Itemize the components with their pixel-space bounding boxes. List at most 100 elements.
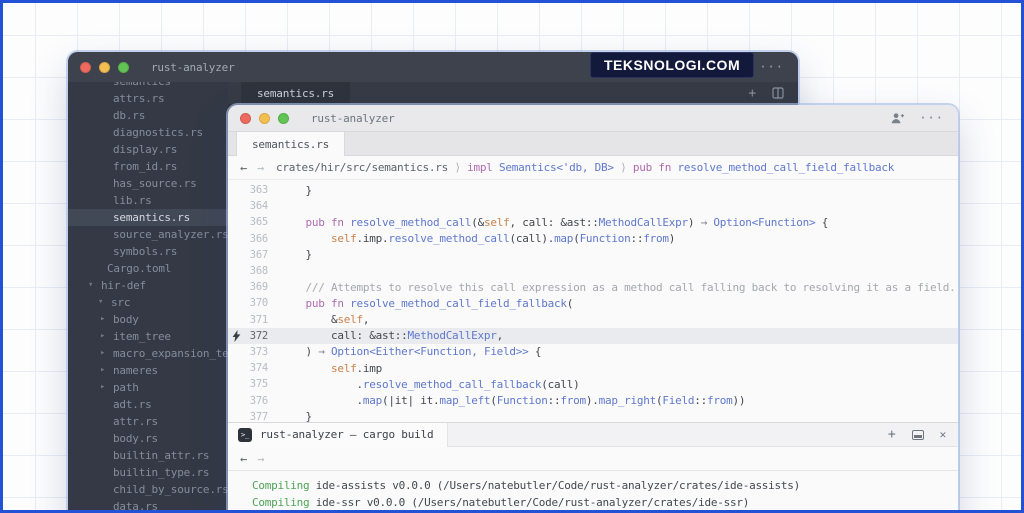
terminal-panel: >_ rust-analyzer — cargo build + ✕ ← → C…: [228, 422, 958, 513]
terminal-forward-icon[interactable]: →: [257, 452, 264, 466]
code-line[interactable]: 366 self.imp.resolve_method_call(call).m…: [228, 231, 958, 247]
breadcrumb[interactable]: crates/hir/src/semantics.rs ⟩ impl Seman…: [276, 161, 894, 174]
chevron-down-icon[interactable]: ▾: [88, 277, 93, 294]
chevron-right-icon[interactable]: ▸: [100, 379, 105, 396]
code-line[interactable]: 370 pub fn resolve_method_call_field_fal…: [228, 295, 958, 311]
code-line[interactable]: 374 self.imp: [228, 360, 958, 376]
code-editor[interactable]: 363 }364365 pub fn resolve_method_call(&…: [228, 180, 958, 422]
split-pane-icon[interactable]: [772, 87, 784, 99]
sidebar-item[interactable]: adt.rs: [68, 396, 228, 413]
chevron-down-icon[interactable]: ▾: [98, 294, 103, 311]
code-token: }: [280, 248, 312, 261]
code-token: {: [815, 216, 828, 229]
code-line[interactable]: 367 }: [228, 247, 958, 263]
sidebar-item[interactable]: ▸item_tree: [68, 328, 228, 345]
code-token: resolve_method_call_fallback: [363, 378, 541, 391]
minimize-window-button[interactable]: [99, 62, 110, 73]
chevron-right-icon[interactable]: ▸: [100, 345, 105, 362]
front-window-titlebar[interactable]: rust-analyzer ···: [228, 105, 958, 132]
code-token: ⟩: [614, 161, 633, 174]
sidebar-item[interactable]: ▸body: [68, 311, 228, 328]
sidebar-item[interactable]: from_id.rs: [68, 158, 228, 175]
nav-back-icon[interactable]: ←: [240, 161, 247, 175]
collaborate-person-icon[interactable]: [890, 111, 905, 126]
file-label: semantics: [68, 82, 171, 90]
tab-semantics-rs[interactable]: semantics.rs: [236, 132, 345, 156]
code-line[interactable]: 368: [228, 263, 958, 279]
code-line[interactable]: 376 .map(|it| it.map_left(Function::from…: [228, 392, 958, 408]
terminal-output[interactable]: Compiling ide-assists v0.0.0 (/Users/nat…: [228, 471, 958, 513]
nav-forward-icon[interactable]: →: [257, 161, 264, 175]
code-token: (: [567, 297, 573, 310]
code-line[interactable]: 377 }: [228, 409, 958, 422]
sidebar-item[interactable]: ▾src: [68, 294, 228, 311]
zoom-window-button[interactable]: [278, 113, 289, 124]
code-text: }: [280, 184, 312, 197]
sidebar-item[interactable]: builtin_attr.rs: [68, 447, 228, 464]
code-line[interactable]: 363 }: [228, 182, 958, 198]
dock-panel-icon[interactable]: [912, 430, 924, 440]
code-token: }: [280, 410, 312, 422]
zoom-window-button[interactable]: [118, 62, 129, 73]
sidebar-item[interactable]: lib.rs: [68, 192, 228, 209]
code-token: .: [280, 378, 363, 391]
chevron-right-icon[interactable]: ▸: [100, 362, 105, 379]
code-line[interactable]: 373 ) → Option<Either<Function, Field>> …: [228, 344, 958, 360]
sidebar-item[interactable]: ▸path: [68, 379, 228, 396]
sidebar-item[interactable]: attr.rs: [68, 413, 228, 430]
file-label: diagnostics.rs: [68, 124, 203, 141]
code-line[interactable]: 369 /// Attempts to resolve this call ex…: [228, 279, 958, 295]
code-line[interactable]: 375 .resolve_method_call_fallback(call): [228, 376, 958, 392]
breakpoint-bolt-icon[interactable]: [228, 330, 244, 342]
sidebar-item[interactable]: child_by_source.rs: [68, 481, 228, 498]
code-token: pub fn: [306, 216, 351, 229]
sidebar-item[interactable]: builtin_type.rs: [68, 464, 228, 481]
sidebar-item[interactable]: body.rs: [68, 430, 228, 447]
chevron-right-icon[interactable]: ▸: [100, 328, 105, 345]
minimize-window-button[interactable]: [259, 113, 270, 124]
code-token: Semantics<'db, DB>: [499, 161, 614, 174]
file-label: builtin_attr.rs: [68, 447, 209, 464]
code-token: self: [337, 313, 363, 326]
code-token: self: [331, 362, 357, 375]
close-window-button[interactable]: [80, 62, 91, 73]
code-token: pub fn: [306, 297, 351, 310]
line-number: 366: [244, 233, 268, 245]
tab-semantics-rs[interactable]: semantics.rs: [241, 82, 350, 104]
new-tab-plus-icon[interactable]: +: [748, 87, 756, 100]
line-number: 375: [244, 378, 268, 390]
close-panel-icon[interactable]: ✕: [940, 428, 946, 441]
terminal-back-icon[interactable]: ←: [240, 452, 247, 466]
window-menu-ellipsis-icon[interactable]: ···: [919, 112, 944, 124]
sidebar-item[interactable]: diagnostics.rs: [68, 124, 228, 141]
code-token: crates/hir/src/semantics.rs: [276, 161, 448, 174]
sidebar-item[interactable]: symbols.rs: [68, 243, 228, 260]
sidebar-item[interactable]: ▾hir-def: [68, 277, 228, 294]
project-sidebar[interactable]: semanticsattrs.rsdb.rsdiagnostics.rsdisp…: [68, 82, 228, 513]
window-menu-ellipsis-icon[interactable]: ···: [759, 61, 784, 73]
sidebar-item[interactable]: data.rs: [68, 498, 228, 513]
sidebar-item[interactable]: attrs.rs: [68, 90, 228, 107]
sidebar-item[interactable]: Cargo.toml: [68, 260, 228, 277]
line-number: 367: [244, 249, 268, 261]
sidebar-item[interactable]: semantics.rs: [68, 209, 228, 226]
code-token: [280, 232, 331, 245]
sidebar-item[interactable]: display.rs: [68, 141, 228, 158]
close-window-button[interactable]: [240, 113, 251, 124]
sidebar-item[interactable]: ▸macro_expansion_tes: [68, 345, 228, 362]
code-token: {: [529, 345, 542, 358]
code-line[interactable]: 364: [228, 198, 958, 214]
terminal-tab[interactable]: >_ rust-analyzer — cargo build: [228, 423, 448, 447]
code-line[interactable]: 371 &self,: [228, 312, 958, 328]
sidebar-item[interactable]: has_source.rs: [68, 175, 228, 192]
sidebar-item[interactable]: semantics: [68, 82, 228, 90]
new-terminal-plus-icon[interactable]: +: [888, 428, 896, 441]
code-token: (call): [541, 378, 579, 391]
chevron-right-icon[interactable]: ▸: [100, 311, 105, 328]
sidebar-item[interactable]: source_analyzer.rs: [68, 226, 228, 243]
sidebar-item[interactable]: ▸nameres: [68, 362, 228, 379]
sidebar-item[interactable]: db.rs: [68, 107, 228, 124]
code-line[interactable]: 372 call: &ast::MethodCallExpr,: [228, 328, 958, 344]
code-token: Option<Either<Function, Field>>: [331, 345, 529, 358]
code-line[interactable]: 365 pub fn resolve_method_call(&self, ca…: [228, 214, 958, 230]
